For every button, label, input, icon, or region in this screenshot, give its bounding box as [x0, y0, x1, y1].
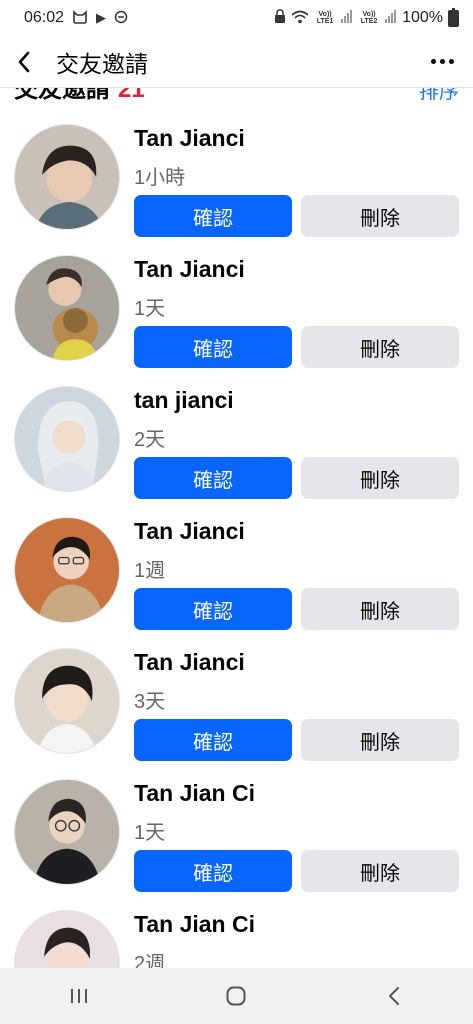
request-time: 1週: [134, 560, 166, 582]
battery-icon: [448, 7, 459, 27]
request-time: 2週: [134, 953, 166, 968]
avatar[interactable]: [14, 517, 120, 623]
friend-request-item: Tan Jian Ci 2週 確認 刪除: [0, 874, 473, 968]
signal-1-icon: [341, 10, 353, 26]
do-not-disturb-icon: [114, 10, 128, 27]
recents-button[interactable]: [49, 972, 109, 1020]
avatar[interactable]: [14, 386, 120, 492]
avatar[interactable]: [14, 648, 120, 754]
cat-app-icon: [72, 9, 88, 27]
nav-back-icon: [389, 987, 400, 1005]
home-icon: [226, 986, 246, 1006]
requester-name[interactable]: Tan Jian Ci: [134, 911, 255, 938]
signal-2-icon: [385, 10, 397, 26]
more-dots-icon: [430, 59, 436, 64]
wifi-icon: [291, 10, 309, 27]
friend-request-item: Tan Jianci 1小時 確認 刪除: [0, 88, 473, 237]
avatar[interactable]: [14, 255, 120, 361]
nav-back-button[interactable]: [364, 972, 424, 1020]
home-button[interactable]: [206, 972, 266, 1020]
request-time: 1天: [134, 822, 166, 844]
request-time: 2天: [134, 429, 166, 451]
lock-icon: [274, 9, 286, 27]
requester-name[interactable]: Tan Jianci: [134, 518, 245, 545]
friend-request-list: Tan Jianci 1小時 確認 刪除 Tan Jianci 1天 確認 刪除…: [0, 88, 473, 968]
avatar[interactable]: [14, 779, 120, 885]
app-header: 交友邀請: [0, 36, 473, 88]
status-right: Vo)) LTE1 Vo)) LTE2 100%: [274, 7, 459, 27]
play-icon: ▶: [96, 10, 107, 25]
chevron-left-icon: [18, 51, 30, 72]
status-left: 06:02 ▶: [24, 9, 128, 27]
network-2: Vo)) LTE2: [360, 11, 378, 25]
more-dot: [448, 59, 454, 64]
friend-request-item: Tan Jianci 1週 確認 刪除: [0, 481, 473, 630]
avatar[interactable]: [14, 910, 120, 968]
requester-name[interactable]: Tan Jianci: [134, 256, 245, 283]
friend-request-item: Tan Jianci 3天 確認 刪除: [0, 612, 473, 761]
status-bar: 06:02 ▶ Vo)) LTE1 Vo)) LTE2 100%: [0, 0, 473, 36]
request-time: 1天: [134, 298, 166, 320]
friend-request-item: Tan Jian Ci 1天 確認 刪除: [0, 743, 473, 892]
request-time: 3天: [134, 691, 166, 713]
more-dot: [439, 59, 445, 64]
status-time: 06:02: [24, 9, 65, 26]
page-title: 交友邀請: [56, 50, 148, 77]
back-button[interactable]: [16, 42, 44, 82]
battery-percent: 100%: [402, 9, 443, 26]
recents-icon: [70, 989, 87, 1003]
requester-name[interactable]: Tan Jianci: [134, 125, 245, 152]
friend-request-item: tan jianci 2天 確認 刪除: [0, 350, 473, 499]
network-1: Vo)) LTE1: [316, 11, 334, 25]
more-options-button[interactable]: [427, 42, 457, 82]
requester-name[interactable]: tan jianci: [134, 387, 234, 414]
avatar[interactable]: [14, 124, 120, 230]
friend-request-item: Tan Jianci 1天 確認 刪除: [0, 219, 473, 368]
system-nav-bar: [0, 968, 473, 1024]
requester-name[interactable]: Tan Jianci: [134, 649, 245, 676]
request-time: 1小時: [134, 167, 186, 189]
requester-name[interactable]: Tan Jian Ci: [134, 780, 255, 807]
